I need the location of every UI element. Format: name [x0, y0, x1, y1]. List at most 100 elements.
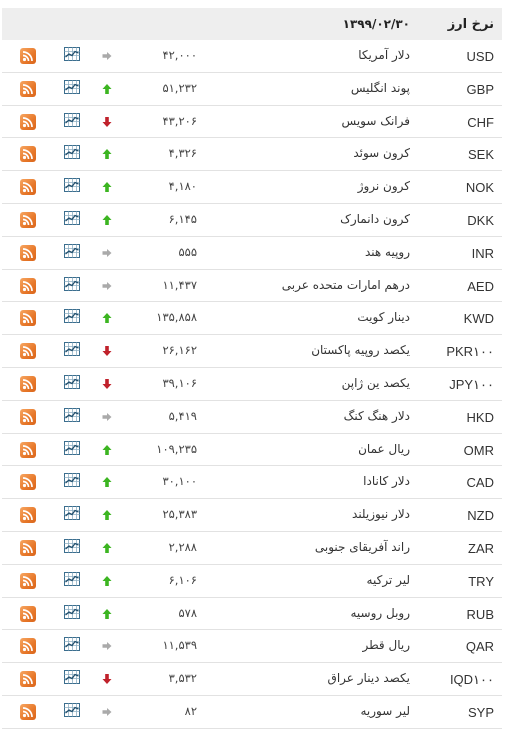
table-row: NZD دلار نیوزیلند ۲۵,۳۸۳	[2, 499, 502, 532]
currency-code: AED	[467, 278, 494, 294]
currency-price: ۶,۱۰۶	[168, 572, 197, 587]
rss-feed-icon[interactable]	[20, 507, 36, 524]
rss-feed-icon[interactable]	[20, 703, 36, 720]
rss-feed-icon[interactable]	[20, 474, 36, 491]
rss-feed-icon[interactable]	[20, 80, 36, 97]
trend-same-icon	[102, 281, 112, 290]
chart-icon[interactable]	[64, 79, 80, 94]
table-row: IQD۱۰۰ یکصد دینار عراق ۳,۵۳۲	[2, 663, 502, 696]
currency-code: JPY۱۰۰	[449, 376, 494, 392]
chart-icon[interactable]	[64, 210, 80, 225]
trend-down-icon	[102, 378, 112, 389]
currency-code: INR	[471, 245, 494, 261]
table-title: نرخ ارز	[447, 16, 494, 32]
currency-code: TRY	[468, 573, 494, 589]
rss-feed-icon[interactable]	[20, 48, 36, 64]
currency-name: دینار کویت	[357, 310, 410, 325]
chart-icon[interactable]	[64, 473, 80, 488]
currency-name: ریال قطر	[362, 638, 410, 653]
chart-icon[interactable]	[64, 702, 80, 717]
rss-feed-icon[interactable]	[20, 179, 36, 196]
rss-feed-icon[interactable]	[20, 671, 36, 688]
currency-code: NZD	[467, 508, 494, 524]
table-header: نرخ ارز ۱۳۹۹/۰۲/۳۰	[2, 8, 502, 40]
rss-feed-icon[interactable]	[20, 146, 36, 163]
chart-icon[interactable]	[64, 440, 80, 455]
currency-name: روبل روسیه	[350, 605, 410, 620]
chart-icon[interactable]	[64, 342, 80, 357]
currency-price: ۱۱,۴۳۷	[162, 277, 197, 292]
trend-up-icon	[102, 575, 112, 586]
rss-feed-icon[interactable]	[20, 113, 36, 130]
rss-feed-icon[interactable]	[20, 441, 36, 458]
currency-code: QAR	[465, 639, 494, 655]
rss-feed-icon[interactable]	[20, 539, 36, 556]
currency-price: ۵۵۵	[178, 244, 197, 259]
chart-icon[interactable]	[64, 178, 80, 193]
chart-icon[interactable]	[64, 112, 80, 127]
currency-code: KWD	[463, 311, 494, 327]
table-row: KWD دینار کویت ۱۳۵,۸۵۸	[2, 302, 502, 336]
chart-icon[interactable]	[64, 276, 80, 291]
table-row: OMR ریال عمان ۱۰۹,۲۳۵	[2, 434, 502, 467]
chart-icon[interactable]	[64, 670, 80, 685]
chart-icon[interactable]	[64, 571, 80, 586]
currency-price: ۸۲	[184, 703, 197, 718]
rss-feed-icon[interactable]	[20, 375, 36, 392]
currency-price: ۳,۵۳۲	[168, 671, 197, 686]
currency-code: PKR۱۰۰	[446, 344, 494, 360]
table-row: SYP لیر سوریه ۸۲	[2, 696, 502, 729]
trend-up-icon	[102, 313, 112, 324]
currency-name: لیر ترکیه	[366, 572, 410, 587]
rss-feed-icon[interactable]	[20, 605, 36, 622]
chart-icon[interactable]	[64, 604, 80, 619]
currency-price: ۱۳۵,۸۵۸	[156, 310, 197, 325]
trend-down-icon	[102, 346, 112, 357]
table-row: HKD دلار هنگ کنگ ۵,۴۱۹	[2, 401, 502, 434]
chart-icon[interactable]	[64, 47, 80, 61]
chart-icon[interactable]	[64, 145, 80, 160]
trend-same-icon	[102, 248, 112, 257]
currency-price: ۴۳,۲۰۶	[162, 113, 197, 128]
currency-price: ۲۶,۱۶۲	[162, 343, 197, 358]
currency-price: ۲۵,۳۸۳	[162, 507, 197, 522]
rates-date: ۱۳۹۹/۰۲/۳۰	[342, 17, 410, 31]
rss-feed-icon[interactable]	[20, 343, 36, 360]
rss-feed-icon[interactable]	[20, 310, 36, 327]
table-row: PKR۱۰۰ یکصد روپیه پاکستان ۲۶,۱۶۲	[2, 335, 502, 368]
rss-feed-icon[interactable]	[20, 408, 36, 425]
currency-name: پوند انگلیس	[350, 80, 410, 95]
rss-feed-icon[interactable]	[20, 572, 36, 589]
currency-price: ۴,۳۲۶	[168, 146, 197, 161]
currency-name: روپیه هند	[364, 244, 410, 259]
table-row: RUB روبل روسیه ۵۷۸	[2, 598, 502, 631]
table-row: JPY۱۰۰ یکصد ین ژاپن ۳۹,۱۰۶	[2, 368, 502, 401]
currency-code: RUB	[466, 606, 494, 622]
trend-up-icon	[102, 608, 112, 619]
currency-code: ZAR	[468, 540, 494, 556]
chart-icon[interactable]	[64, 506, 80, 521]
rss-feed-icon[interactable]	[20, 277, 36, 294]
chart-icon[interactable]	[64, 374, 80, 389]
chart-icon[interactable]	[64, 309, 80, 324]
trend-down-icon	[102, 116, 112, 127]
currency-name: دلار کانادا	[363, 474, 410, 489]
trend-same-icon	[102, 707, 112, 716]
rss-feed-icon[interactable]	[20, 211, 36, 228]
table-row: ZAR راند آفریقای جنوبی ۲,۲۸۸	[2, 532, 502, 565]
table-row: CAD دلار کانادا ۳۰,۱۰۰	[2, 466, 502, 500]
table-row: INR روپیه هند ۵۵۵	[2, 237, 502, 270]
currency-code: CAD	[466, 475, 494, 491]
currency-name: یکصد روپیه پاکستان	[311, 343, 410, 358]
trend-up-icon	[102, 444, 112, 455]
chart-icon[interactable]	[64, 538, 80, 553]
trend-up-icon	[102, 214, 112, 225]
currency-name: کرون سوئد	[353, 146, 410, 161]
currency-name: دلار آمریکا	[358, 48, 410, 62]
chart-icon[interactable]	[64, 637, 80, 652]
rss-feed-icon[interactable]	[20, 244, 36, 261]
chart-icon[interactable]	[64, 407, 80, 422]
chart-icon[interactable]	[64, 243, 80, 258]
rss-feed-icon[interactable]	[20, 638, 36, 655]
table-row: SEK کرون سوئد ۴,۳۲۶	[2, 138, 502, 172]
